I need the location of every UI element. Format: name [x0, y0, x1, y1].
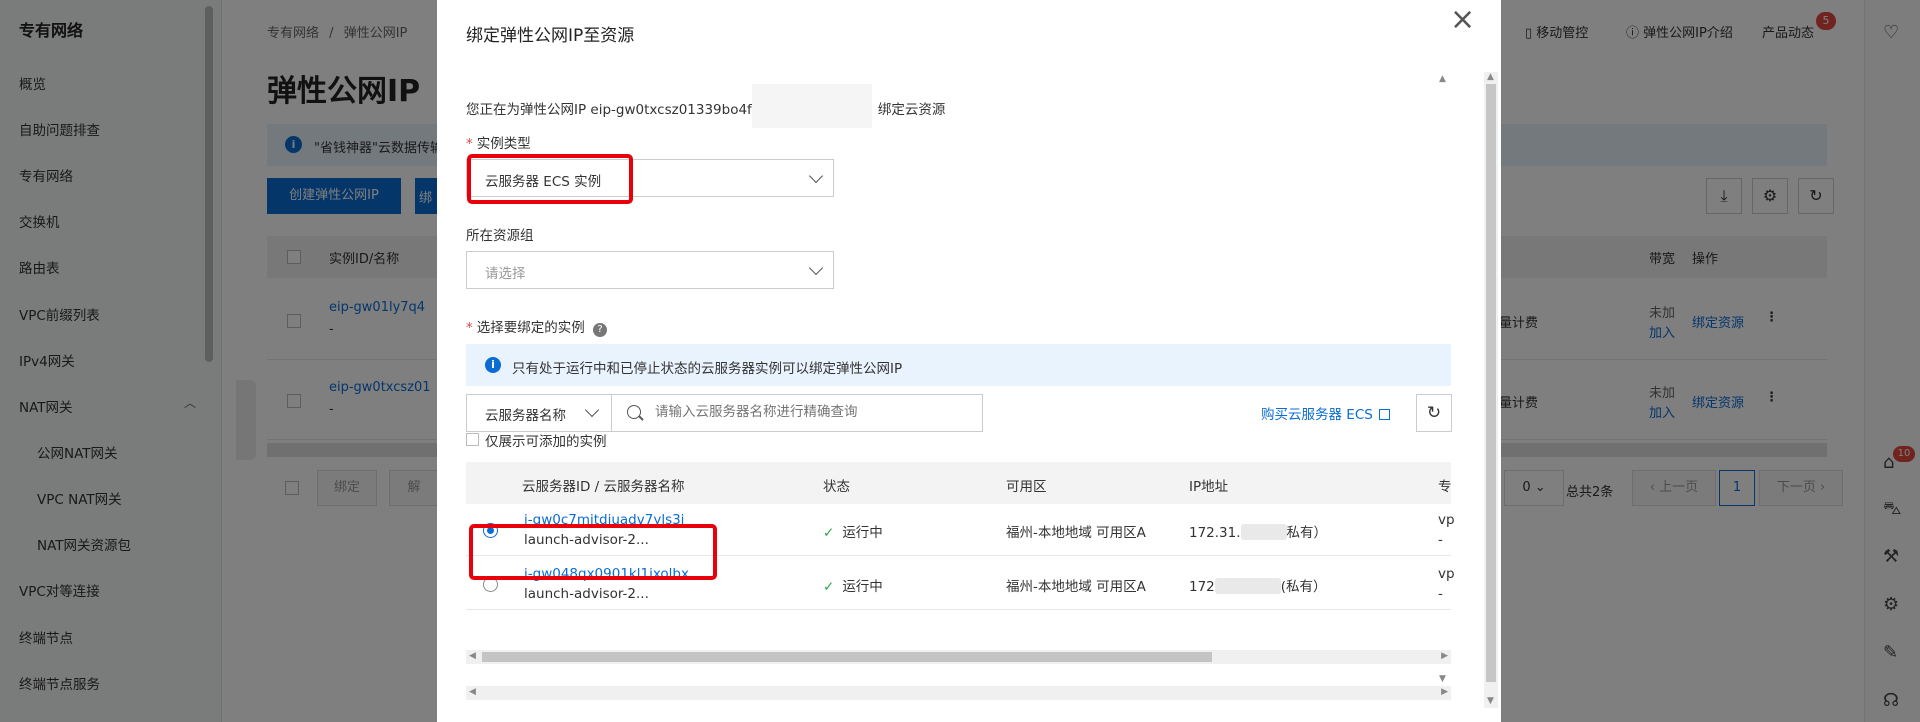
resource-group-label: 所在资源组: [466, 228, 534, 244]
dialog-body: 您正在为弹性公网IP eip-gw0txcsz01339bo4f 绑定云资源 * 实…: [437, 72, 1463, 708]
arrow-up-icon[interactable]: ▲: [1487, 72, 1494, 82]
arrow-left-icon[interactable]: ◀: [469, 651, 476, 661]
instance-ip: 172 (私有）: [1189, 578, 1327, 595]
search-input[interactable]: [655, 404, 975, 420]
instance-table-header: 云服务器ID / 云服务器名称 状态 可用区 IP地址 专: [466, 462, 1452, 504]
select-instance-label: * 选择要绑定的实例 ?: [466, 316, 608, 337]
dialog-horizontal-scrollbar[interactable]: ◀ ▶: [466, 686, 1451, 700]
resource-group-select[interactable]: 请选择: [466, 251, 834, 289]
highlight-instance-type: [467, 154, 633, 204]
buy-ecs-link[interactable]: 购买云服务器 ECS: [1261, 403, 1390, 423]
highlight-selected-instance: [469, 524, 717, 580]
search-icon: [627, 405, 641, 419]
only-addable-checkbox[interactable]: [466, 433, 479, 446]
instance-search: 云服务器名称: [466, 394, 983, 432]
external-link-icon: [1378, 409, 1390, 420]
dialog-inner-scrollbar[interactable]: ▲ ▼: [1437, 72, 1451, 692]
only-addable-label[interactable]: 仅展示可添加的实例: [485, 430, 607, 450]
chevron-down-icon: [808, 168, 824, 184]
help-icon[interactable]: ?: [593, 323, 608, 337]
column-ip: IP地址: [1189, 479, 1229, 495]
chevron-down-icon: [808, 260, 824, 276]
info-icon: i: [485, 357, 501, 373]
close-icon[interactable]: ×: [1450, 5, 1475, 35]
instance-name: launch-advisor-2...: [524, 586, 649, 602]
dialog-vertical-scrollbar[interactable]: ▲ ▼: [1484, 72, 1498, 708]
redacted-area: [1240, 524, 1287, 540]
instance-ip: 172.31. 私有）: [1189, 524, 1328, 541]
check-icon: ✓: [823, 579, 835, 595]
arrow-down-icon[interactable]: ▼: [1487, 696, 1494, 706]
instance-table-scrollbar[interactable]: ◀ ▶: [466, 650, 1451, 664]
instance-zone: 福州-本地地域 可用区A: [1006, 525, 1146, 541]
dialog-title: 绑定弹性公网IP至资源: [466, 26, 635, 46]
column-status: 状态: [823, 479, 850, 495]
instance-zone: 福州-本地地域 可用区A: [1006, 579, 1146, 595]
info-bar: i 只有处于运行中和已停止状态的云服务器实例可以绑定弹性公网IP: [466, 344, 1451, 386]
column-instance: 云服务器ID / 云服务器名称: [522, 479, 685, 495]
search-type-select[interactable]: 云服务器名称: [467, 395, 612, 431]
arrow-left-icon[interactable]: ◀: [469, 687, 476, 697]
dialog-intro: 您正在为弹性公网IP eip-gw0txcsz01339bo4f 绑定云资源: [466, 84, 945, 128]
chevron-down-icon: [584, 402, 600, 418]
redacted-area: [1214, 578, 1281, 594]
instance-type-label: * 实例类型: [466, 136, 531, 152]
instance-status: ✓ 运行中: [823, 579, 883, 595]
bind-eip-dialog: 绑定弹性公网IP至资源 × 您正在为弹性公网IP eip-gw0txcsz013…: [437, 0, 1501, 722]
scrollbar-thumb[interactable]: [1486, 84, 1496, 682]
arrow-up-icon[interactable]: ▲: [1439, 74, 1446, 84]
instance-status: ✓ 运行中: [823, 525, 883, 541]
column-zone: 可用区: [1006, 479, 1047, 495]
scrollbar-thumb[interactable]: [482, 652, 1212, 662]
redacted-area: [751, 84, 872, 128]
arrow-down-icon[interactable]: ▼: [1439, 674, 1446, 684]
check-icon: ✓: [823, 525, 835, 541]
